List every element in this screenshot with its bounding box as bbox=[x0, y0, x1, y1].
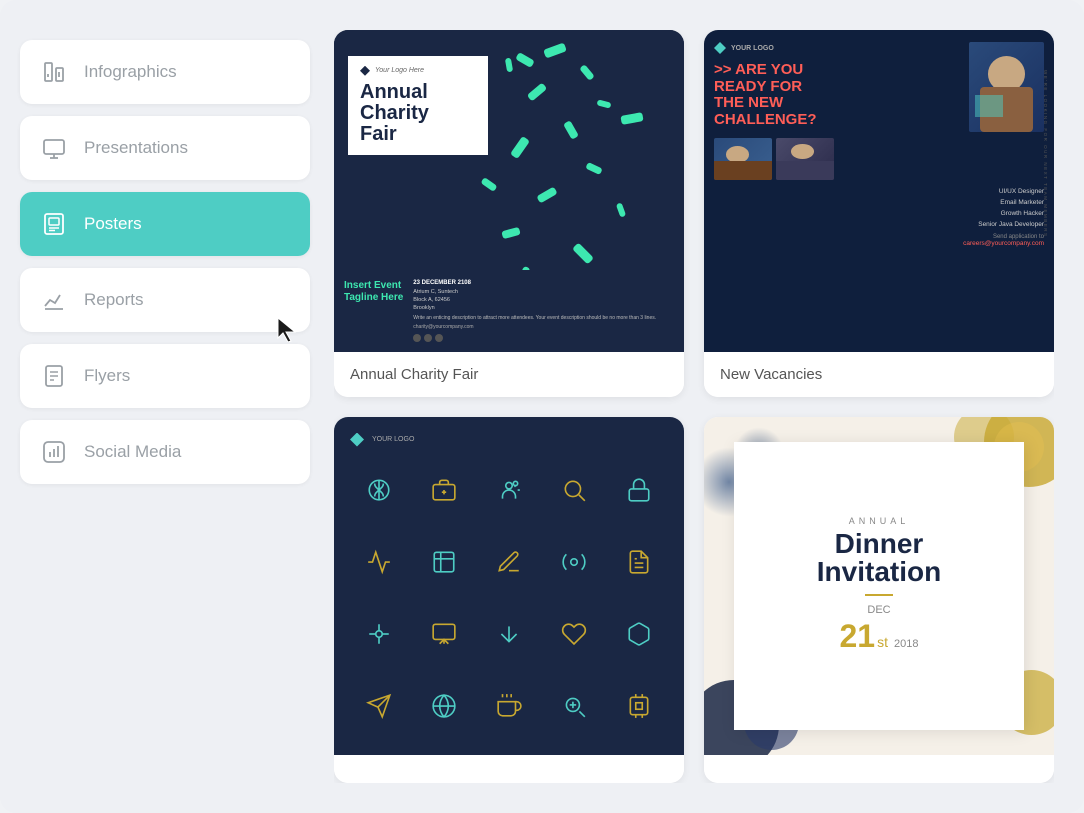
flyers-icon bbox=[40, 362, 68, 390]
card-tech-icons-preview: YOUR LOGO bbox=[334, 417, 684, 756]
card-charity-fair-label: Annual Charity Fair bbox=[334, 352, 684, 397]
posters-icon bbox=[40, 210, 68, 238]
card-tech-icons-label bbox=[334, 755, 684, 783]
card-new-vacancies-label: New Vacancies bbox=[704, 352, 1054, 397]
reports-icon bbox=[40, 286, 68, 314]
sidebar-item-social-media[interactable]: Social Media bbox=[20, 420, 310, 484]
sidebar-item-presentations-label: Presentations bbox=[84, 138, 188, 158]
sidebar-item-reports[interactable]: Reports bbox=[20, 268, 310, 332]
card-charity-fair[interactable]: Your Logo Here Annual Charity Fair bbox=[334, 30, 684, 397]
sidebar-item-infographics[interactable]: Infographics bbox=[20, 40, 310, 104]
charity-venue: Atrium C, Suntech Block A, 62456 Brookly… bbox=[413, 288, 674, 313]
social-media-icon bbox=[40, 438, 68, 466]
vacancies-role-1: UI/UX Designer bbox=[714, 186, 1044, 197]
card-new-vacancies-preview: WE'RE LOOKING FOR OUR NEXT TEAM MEMBERS … bbox=[704, 30, 1054, 352]
card-dinner-invitation-preview: ANNUAL Dinner Invitation DEC 21 st 2018 bbox=[704, 417, 1054, 756]
card-charity-fair-preview: Your Logo Here Annual Charity Fair bbox=[334, 30, 684, 352]
vacancies-role-2: Email Marketer bbox=[714, 197, 1044, 208]
sidebar-item-flyers-label: Flyers bbox=[84, 366, 130, 386]
sidebar: Infographics Presentations bbox=[20, 30, 310, 783]
sidebar-item-flyers[interactable]: Flyers bbox=[20, 344, 310, 408]
sidebar-item-social-media-label: Social Media bbox=[84, 442, 181, 462]
vacancies-logo-text: YOUR LOGO bbox=[731, 45, 774, 52]
dinner-date-row: 21 st 2018 bbox=[817, 618, 941, 655]
presentations-icon bbox=[40, 134, 68, 162]
main-grid: Your Logo Here Annual Charity Fair bbox=[334, 30, 1054, 783]
sidebar-item-presentations[interactable]: Presentations bbox=[20, 116, 310, 180]
vacancies-email: careers@yourcompany.com bbox=[714, 240, 1044, 247]
vacancies-looking-text: WE'RE LOOKING FOR OUR NEXT TEAM MEMBERS bbox=[1043, 70, 1048, 237]
vacancies-role-4: Senior Java Developer bbox=[714, 219, 1044, 230]
charity-date: 23 DECEMBER 2108 bbox=[413, 280, 674, 286]
dinner-dec-label: DEC bbox=[817, 604, 941, 616]
sidebar-item-posters-label: Posters bbox=[84, 214, 142, 234]
charity-title: Annual Charity Fair bbox=[360, 82, 476, 145]
dinner-title: Dinner Invitation bbox=[817, 530, 941, 586]
sidebar-item-reports-label: Reports bbox=[84, 290, 144, 310]
card-dinner-invitation-label bbox=[704, 755, 1054, 783]
vacancies-headline: >> ARE YOU READY FOR THE NEW CHALLENGE? bbox=[714, 62, 961, 128]
card-new-vacancies[interactable]: WE'RE LOOKING FOR OUR NEXT TEAM MEMBERS … bbox=[704, 30, 1054, 397]
dinner-annual-label: ANNUAL bbox=[817, 516, 941, 526]
card-tech-icons[interactable]: YOUR LOGO bbox=[334, 417, 684, 784]
charity-description: Write an enticing description to attract… bbox=[413, 315, 674, 322]
charity-logo-text: Your Logo Here bbox=[375, 67, 424, 74]
sidebar-item-posters[interactable]: Posters bbox=[20, 192, 310, 256]
charity-email: charity@yourcompany.com bbox=[413, 324, 674, 330]
infographics-icon bbox=[40, 58, 68, 86]
charity-tagline: Insert EventTagline Here bbox=[344, 280, 403, 304]
sidebar-item-infographics-label: Infographics bbox=[84, 62, 177, 82]
vacancies-role-3: Growth Hacker bbox=[714, 208, 1044, 219]
card-dinner-invitation[interactable]: ANNUAL Dinner Invitation DEC 21 st 2018 bbox=[704, 417, 1054, 784]
